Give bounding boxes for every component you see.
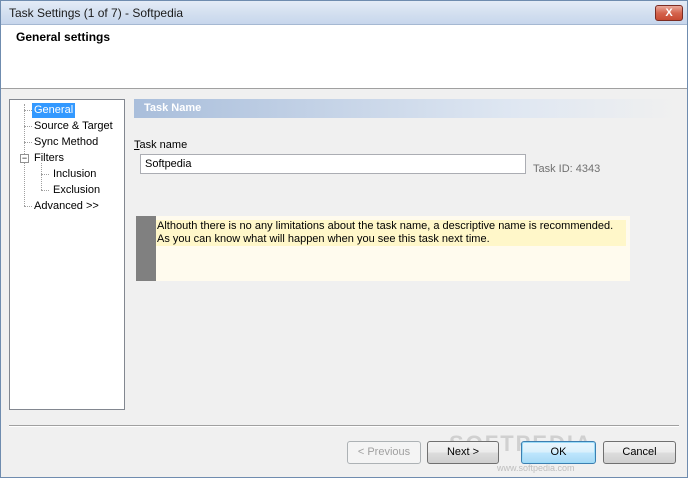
- section-header: Task Name: [134, 99, 677, 118]
- close-button[interactable]: X: [655, 5, 683, 21]
- task-settings-window: Task Settings (1 of 7) - Softpedia X Gen…: [0, 0, 688, 478]
- info-panel: Althouth there is no any limitations abo…: [136, 216, 630, 281]
- info-stripe: [136, 216, 156, 281]
- tree-item-sync-method[interactable]: Sync Method: [32, 135, 100, 150]
- tree-item-inclusion[interactable]: Inclusion: [51, 167, 98, 182]
- tree-connector: [41, 190, 49, 191]
- cancel-button[interactable]: Cancel: [603, 441, 676, 464]
- task-name-input[interactable]: [140, 154, 526, 174]
- previous-button[interactable]: < Previous: [347, 441, 421, 464]
- tree-item-advanced[interactable]: Advanced >>: [32, 199, 101, 214]
- title-bar[interactable]: Task Settings (1 of 7) - Softpedia X: [1, 1, 687, 25]
- ok-button[interactable]: OK: [521, 441, 596, 464]
- tree-connector: [24, 126, 32, 127]
- tree-item-label: Filters: [34, 152, 64, 164]
- tree-connector: [41, 163, 42, 190]
- section-title: Task Name: [144, 102, 202, 114]
- tree-item-label: General: [34, 104, 74, 116]
- tree-item-label: Source & Target: [34, 120, 113, 132]
- watermark-url: www.softpedia.com: [497, 463, 575, 473]
- tree-item-exclusion[interactable]: Exclusion: [51, 183, 102, 198]
- button-separator: [9, 425, 679, 427]
- next-button[interactable]: Next >: [427, 441, 499, 464]
- tree-connector: [24, 110, 32, 111]
- tree-item-filters[interactable]: Filters: [32, 151, 66, 166]
- tree-connector: [24, 142, 32, 143]
- info-message: Althouth there is no any limitations abo…: [156, 220, 626, 246]
- tree-item-label: Exclusion: [53, 184, 101, 196]
- tree-item-label: Inclusion: [53, 168, 97, 180]
- close-icon: X: [665, 7, 673, 19]
- tree-connector: [24, 206, 32, 207]
- tree-item-label: Sync Method: [34, 136, 99, 148]
- header-panel: General settings: [1, 25, 687, 89]
- task-name-label-text: ask name: [139, 139, 188, 151]
- tree-item-source-target[interactable]: Source & Target: [32, 119, 115, 134]
- collapse-icon[interactable]: −: [20, 154, 29, 163]
- task-id-text: Task ID: 4343: [533, 163, 601, 175]
- tree-item-label: Advanced >>: [34, 200, 99, 212]
- tree-item-general[interactable]: General: [32, 103, 76, 118]
- task-name-label: Task name: [134, 139, 187, 151]
- settings-tree: General Source & Target Sync Method − Fi…: [9, 99, 125, 410]
- page-heading: General settings: [16, 30, 111, 44]
- tree-connector: [41, 174, 49, 175]
- window-title: Task Settings (1 of 7) - Softpedia: [9, 6, 184, 20]
